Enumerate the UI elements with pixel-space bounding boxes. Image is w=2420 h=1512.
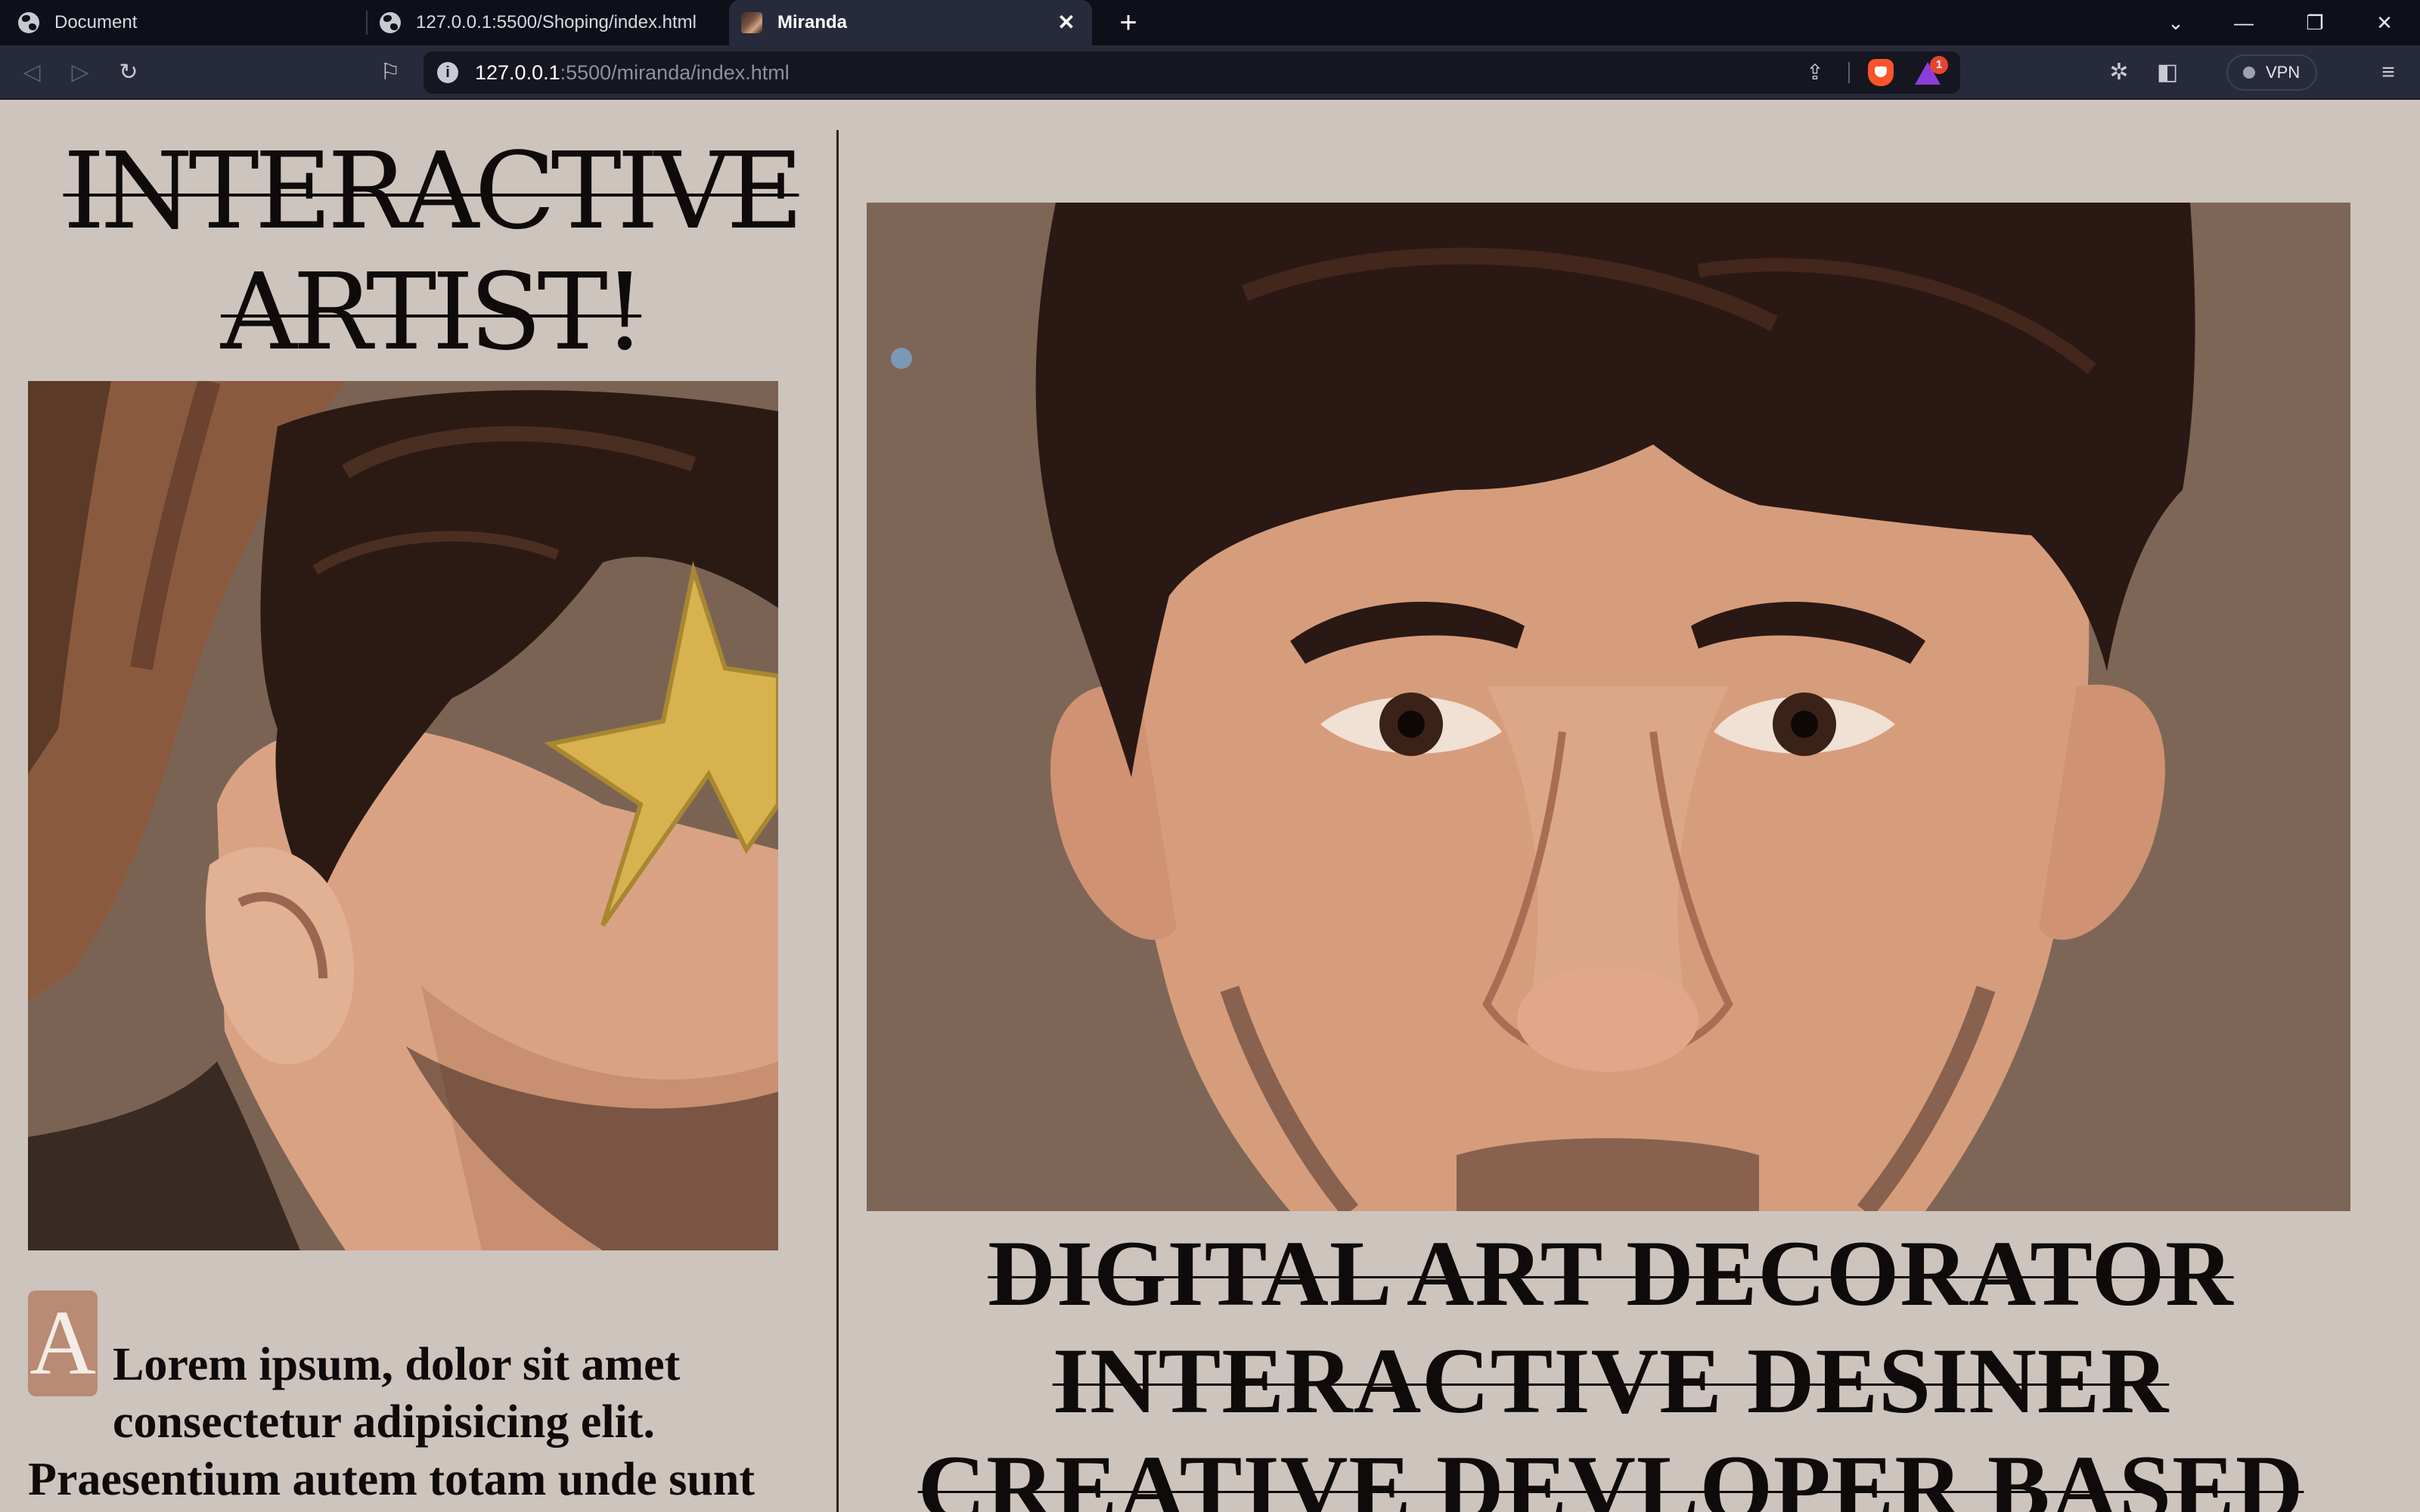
- portrait-favicon: [741, 12, 762, 33]
- tab-strip: Document 127.0.0.1:5500/Shoping/index.ht…: [0, 0, 2420, 45]
- vpn-button[interactable]: VPN: [2226, 54, 2317, 91]
- artwork-frontal-portrait: [867, 203, 2350, 1211]
- divider: [1848, 62, 1850, 83]
- brave-shields-icon[interactable]: [1868, 59, 1894, 86]
- menu-icon[interactable]: ≡: [2370, 54, 2406, 91]
- tagline-line: CREATIVE DEVLOPER BASED: [917, 1436, 2304, 1512]
- tab-title: 127.0.0.1:5500/Shoping/index.html: [416, 12, 697, 33]
- minimize-button[interactable]: —: [2210, 0, 2278, 45]
- close-window-button[interactable]: ✕: [2350, 0, 2418, 45]
- share-icon[interactable]: ⇪: [1800, 57, 1830, 88]
- sidebar-icon[interactable]: ◧: [2149, 54, 2186, 91]
- column-divider: [836, 130, 839, 1512]
- tab-title: Document: [54, 12, 138, 33]
- hero-title: INTERACTIVE ARTIST!: [45, 132, 817, 373]
- restore-button[interactable]: ❐: [2281, 0, 2349, 45]
- globe-icon: [380, 12, 401, 33]
- rewards-count-badge: 1: [1930, 56, 1948, 74]
- artwork-profile-portrait: [28, 381, 778, 1250]
- tab-separator: [366, 11, 368, 35]
- tab-miranda[interactable]: Miranda ✕: [729, 0, 1092, 45]
- drop-cap: A: [28, 1290, 98, 1396]
- intro-paragraph: A Lorem ipsum, dolor sit amet consectetu…: [28, 1290, 822, 1508]
- tagline-line: INTERACTIVE DESINER: [1052, 1329, 2170, 1433]
- page-content: INTERACTIVE ARTIST! A Lorem ipsum, dolor…: [0, 101, 2420, 1512]
- tagline-line: DIGITAL ART DECORATOR: [988, 1222, 2234, 1325]
- close-tab-icon[interactable]: ✕: [1054, 11, 1078, 35]
- globe-icon: [18, 12, 39, 33]
- tab-shoping[interactable]: 127.0.0.1:5500/Shoping/index.html: [380, 0, 712, 45]
- hero-title-line2: ARTIST!: [220, 251, 646, 374]
- url-text[interactable]: 127.0.0.1:5500/miranda/index.html: [475, 51, 790, 94]
- tab-title: Miranda: [777, 12, 848, 33]
- browser-toolbar: ◁ ▷ ↻ ⚐ i 127.0.0.1:5500/miranda/index.h…: [0, 45, 2420, 100]
- hero-title-line1: INTERACTIVE: [63, 130, 804, 253]
- tab-document[interactable]: Document: [17, 0, 349, 45]
- extensions-icon[interactable]: ✲: [2101, 54, 2137, 91]
- reload-button[interactable]: ↻: [110, 54, 147, 91]
- back-button[interactable]: ◁: [14, 54, 50, 91]
- tagline: DIGITAL ART DECORATOR INTERACTIVE DESINE…: [870, 1220, 2352, 1512]
- bookmark-icon[interactable]: ⚐: [372, 54, 408, 91]
- tab-search-chevron-icon[interactable]: ⌄: [2142, 0, 2210, 45]
- intro-text: Lorem ipsum, dolor sit amet consectetur …: [28, 1339, 755, 1505]
- forward-button[interactable]: ▷: [62, 54, 98, 91]
- new-tab-button[interactable]: +: [1112, 6, 1145, 39]
- address-bar[interactable]: i 127.0.0.1:5500/miranda/index.html ⇪ 1: [424, 51, 1960, 94]
- site-info-icon[interactable]: i: [437, 62, 458, 83]
